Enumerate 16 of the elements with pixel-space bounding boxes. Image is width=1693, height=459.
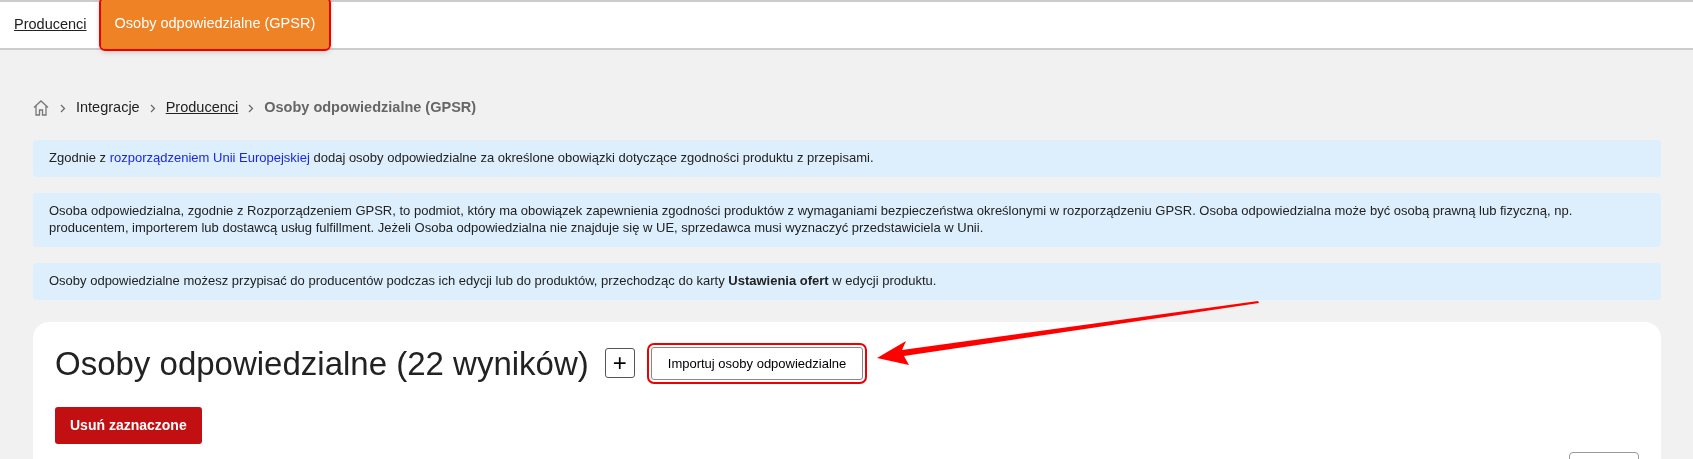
chevron-icon [248, 103, 255, 113]
add-button[interactable]: + [604, 348, 635, 379]
breadcrumb-link[interactable]: Producenci [165, 97, 239, 119]
panel-title: Osoby odpowiedzialne (22 wyników) [55, 343, 589, 384]
home-icon[interactable] [32, 99, 50, 117]
import-button[interactable]: Importuj osoby odpowiedzialne [650, 346, 864, 381]
chevron-icon [60, 103, 66, 113]
info-notice: Osoba odpowiedzialna, zgodnie z Rozporządzeniem GPSR, to podmiot, który ma obowiązek zapewnienia zgodności produktów z wymaganiami bezpieczeństwa określonymi w rozporządzeniu GPSR. Osoba odpowiedzialna może być osobą prawną lub fizyczną, np. producentem, importerem lub dostawcą usług fulfillment. Jeżeli Osoba odpowiedzialna nie znajduje się w UE, sprzedawca musi wyznaczyć przedstawiciela w Unii. [33, 192, 1661, 247]
breadcrumb-current: Osoby odpowiedzialne (GPSR) [264, 98, 477, 118]
delete-button[interactable]: Usuń zaznaczone [55, 407, 202, 445]
tab[interactable]: Producenci [14, 2, 97, 48]
info-notice: Osoby odpowiedzialne możesz przypisać do producentów podczas ich edycji lub do produktów, przechodząc do karty Ustawienia ofert w edycji produktu. [33, 262, 1661, 300]
regulation-link[interactable]: rozporządzeniem Unii Europejskiej [109, 150, 310, 165]
chevron-icon [149, 103, 156, 113]
breadcrumb-item: Integracje [76, 98, 140, 118]
info-notice: Zgodnie z rozporządzeniem Unii Europejskiej dodaj osoby odpowiedzialne za określone obowiązki dotyczące zgodności produktu z przepisami. [33, 140, 1661, 177]
